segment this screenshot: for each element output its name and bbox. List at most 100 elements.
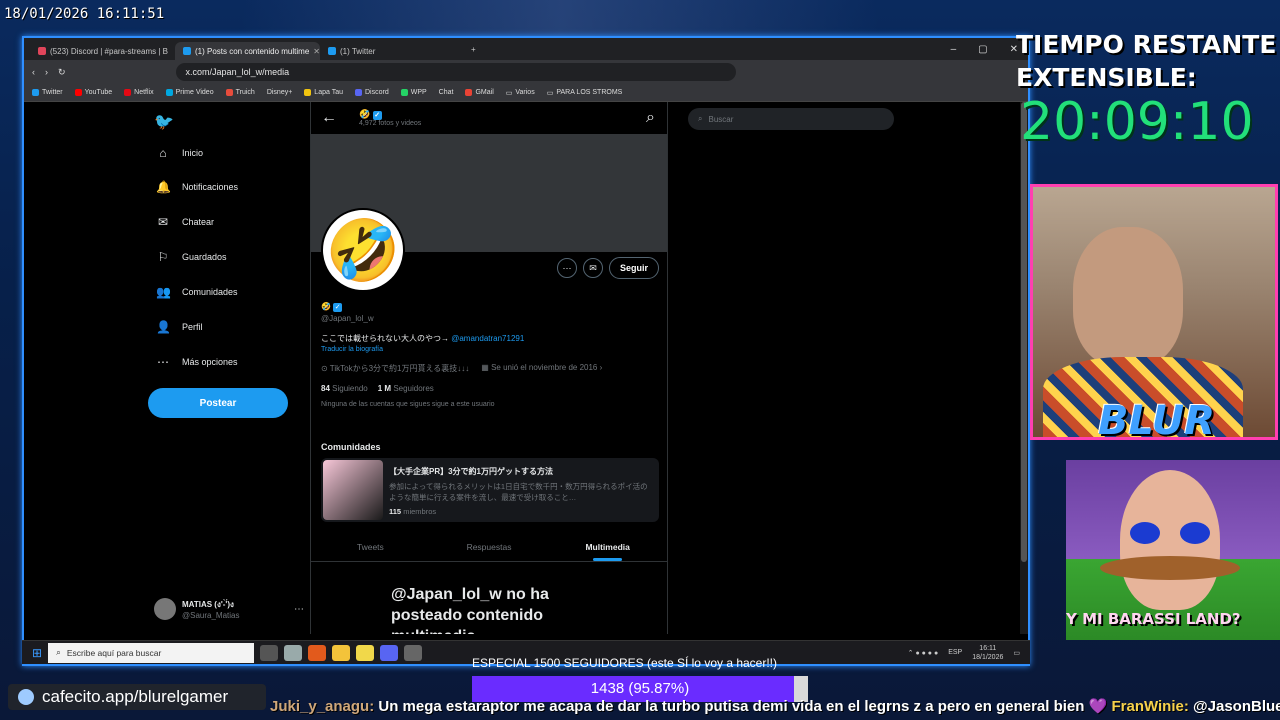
bookmarks-bar: Twitter YouTube Netflix Prime Video Trui… [24, 84, 1028, 102]
bookmark-disney[interactable]: Disney+ [267, 89, 292, 96]
url-field[interactable]: x.com/Japan_lol_w/media [175, 63, 736, 81]
bell-icon: 🔔 [156, 180, 171, 194]
new-tab-button[interactable]: + [471, 45, 476, 54]
ticker-user: FranWinie: [1111, 698, 1189, 715]
timer-label: TIEMPO RESTANTE EXTENSIBLE: [1016, 28, 1276, 94]
members-count: 115 [389, 507, 402, 516]
clock[interactable]: 16:11 18/1/2026 [972, 644, 1003, 662]
bookmark-wpp[interactable]: WPP [400, 89, 427, 96]
bookmark-lapa[interactable]: Lapa Tau [304, 89, 343, 96]
community-card[interactable]: 【大手企業PR】3分で約1万円ゲットする方法 参加によって得られるメリットは1日… [321, 458, 659, 522]
obs-icon[interactable] [404, 644, 423, 661]
more-options-button[interactable]: ⋯ [557, 258, 577, 278]
sidebar-item-mas-opciones[interactable]: ⋯ Más opciones [156, 355, 238, 369]
back-arrow-icon[interactable]: ← [321, 109, 337, 127]
bookmark-truich[interactable]: Truich [225, 89, 255, 96]
profile-avatar[interactable]: 🤣 [321, 208, 405, 292]
verified-icon: ✓ [372, 111, 382, 120]
home-icon: ⌂ [159, 146, 167, 160]
account-switcher[interactable]: MATIAS (ง'-̀'́)ง @Saura_Matias ⋯ [154, 598, 304, 620]
following-stat[interactable]: 84 Siguiendo [321, 384, 368, 393]
bookmark-label: Discord [364, 89, 389, 96]
twitter-icon [183, 47, 191, 55]
profile-column: ← 🤣 ✓ 4,972 fotos y videos ⌕ 🤣 ⋯ ✉ Segui… [310, 102, 668, 634]
tab-respuestas[interactable]: Respuestas [430, 530, 549, 561]
file-explorer-icon[interactable] [332, 644, 351, 661]
bookmark-youtube[interactable]: YouTube [74, 89, 113, 96]
verified-icon: ✓ [333, 303, 343, 312]
notes-icon[interactable] [356, 644, 375, 661]
sidebar-item-label: Perfil [182, 322, 203, 332]
bookmark-discord[interactable]: Discord [354, 89, 389, 96]
translate-bio-link[interactable]: Traducir la biografía [321, 346, 661, 353]
brave-icon[interactable] [308, 644, 327, 661]
followers-stat[interactable]: 1 M Seguidores [378, 384, 434, 393]
ticker-user: Juki_y_anagu: [270, 698, 375, 715]
task-view-icon[interactable] [260, 644, 279, 661]
profile-bio: ここでは載せられない大人のやつ→ @amandatran71291 [321, 333, 661, 344]
message-button[interactable]: ✉ [583, 258, 603, 278]
bookmark-label: YouTube [84, 89, 113, 96]
follower-goal-title: ESPECIAL 1500 SEGUIDORES (este SÍ lo voy… [472, 656, 778, 670]
windows-start-icon[interactable]: ⊞ [32, 646, 42, 660]
minimize-icon[interactable]: – [951, 44, 957, 55]
profile-tabs: Tweets Respuestas Multimedia [311, 530, 667, 562]
notifications-icon[interactable]: ▭ [1013, 649, 1020, 657]
sidebar-item-inicio[interactable]: ⌂ Inicio [156, 146, 203, 160]
bookmark-twitter[interactable]: Twitter [32, 89, 63, 96]
close-icon[interactable]: ✕ [313, 47, 320, 56]
sidebar: 🐦 ⌂ Inicio 🔔 Notificaciones ✉ Chatear ⚐ Guar… [148, 102, 308, 634]
bookmark-varios[interactable]: ▭ Varios [506, 89, 535, 97]
discord-icon[interactable] [380, 644, 399, 661]
sidebar-item-notificaciones[interactable]: 🔔 Notificaciones [156, 180, 238, 194]
sidebar-item-comunidades[interactable]: 👥 Comunidades [156, 285, 238, 299]
sidebar-item-label: Chatear [182, 217, 215, 227]
bio-link[interactable]: @amandatran71291 [451, 334, 524, 343]
bookmark-label: Twitter [42, 89, 63, 96]
scrollbar[interactable] [1020, 102, 1028, 634]
follow-button[interactable]: Seguir [609, 257, 659, 279]
more-icon[interactable]: ⋯ [294, 604, 304, 615]
heart-icon: 💜 [1088, 698, 1108, 715]
bookmark-netflix[interactable]: Netflix [124, 89, 154, 96]
search-placeholder: Buscar [708, 114, 734, 124]
user-icon: 👤 [156, 320, 171, 334]
bookmark-chat[interactable]: Chat [439, 89, 454, 96]
address-bar: ‹ › ↻ x.com/Japan_lol_w/media [24, 60, 1028, 84]
sidebar-item-perfil[interactable]: 👤 Perfil [156, 320, 203, 334]
search-input[interactable]: ⌕ Buscar [688, 108, 894, 130]
community-description: 参加によって得られるメリットは1日自宅で数千円・数万円得られるポイ活のような簡単… [389, 482, 648, 502]
tab-multimedia[interactable]: Multimedia [548, 530, 667, 561]
steam-icon[interactable] [284, 644, 303, 661]
twitter-icon [328, 47, 336, 55]
maximize-icon[interactable]: ▢ [978, 44, 987, 55]
search-icon[interactable]: ⌕ [646, 109, 655, 127]
search-icon: ⌕ [56, 647, 61, 657]
meme-mustache [1100, 556, 1240, 580]
ticker-message: Un mega estaraptor me acapa de dar la tu… [378, 698, 1085, 715]
tab-discord[interactable]: (523) Discord | #para-streams | B [30, 42, 175, 60]
tab-twitter[interactable]: (1) Twitter [320, 42, 465, 60]
bookmark-prime[interactable]: Prime Video [165, 89, 214, 96]
tab-tweets[interactable]: Tweets [311, 530, 430, 561]
bookmark-gmail[interactable]: GMail [465, 89, 494, 96]
taskbar-search[interactable]: ⌕ Escribe aquí para buscar [48, 642, 255, 663]
tab-label: (1) Posts con contenido multime [195, 46, 310, 56]
sidebar-item-guardados[interactable]: ⚐ Guardados [156, 250, 227, 264]
media-count: 4,972 fotos y videos [359, 120, 422, 127]
tab-twitter-media[interactable]: (1) Posts con contenido multime ✕ [175, 42, 320, 60]
twitter-logo-icon[interactable]: 🐦 [154, 112, 174, 132]
tray-icons[interactable]: ⌃ ● ● ● ● [908, 649, 939, 657]
folder-icon: ▭ [546, 89, 554, 97]
bookmark-strooms[interactable]: ▭ PARA LOS STROMS [547, 89, 623, 97]
sidebar-item-label: Más opciones [182, 357, 238, 367]
reload-icon[interactable]: ↻ [58, 67, 66, 78]
post-button[interactable]: Postear [148, 388, 288, 418]
forward-icon[interactable]: › [45, 67, 48, 77]
system-tray: ⌃ ● ● ● ● ESP 16:11 18/1/2026 ▭ [908, 644, 1030, 662]
back-icon[interactable]: ‹ [32, 67, 35, 77]
sidebar-item-chatear[interactable]: ✉ Chatear [156, 215, 214, 229]
language-indicator[interactable]: ESP [948, 649, 962, 656]
tab-bar: (523) Discord | #para-streams | B (1) Po… [24, 38, 1028, 60]
scrollbar-thumb[interactable] [1021, 102, 1027, 562]
